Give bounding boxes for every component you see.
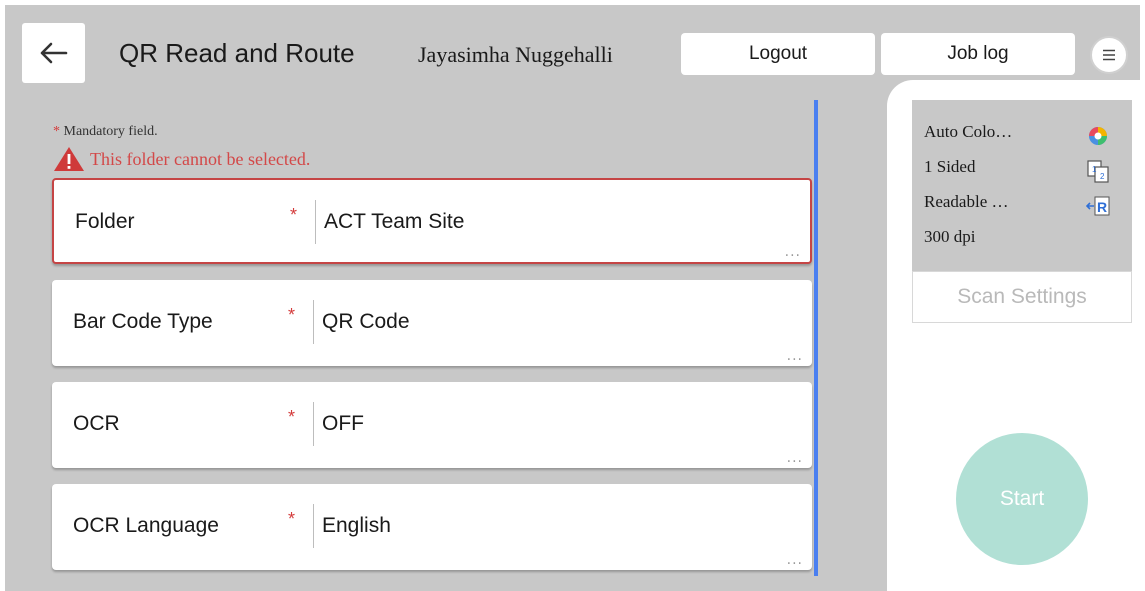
required-star: * [288, 407, 296, 427]
one-sided-icon: 1 2 [1087, 160, 1109, 183]
field-value: English [322, 514, 391, 537]
back-button[interactable] [22, 23, 85, 83]
more-options-icon: ... [786, 552, 803, 568]
app-title: QR Read and Route [119, 38, 355, 68]
scan-panel: Auto Colo… 1 Sided 1 2 Readable … R 300 … [887, 80, 1140, 591]
more-options-icon: ... [786, 348, 803, 364]
scan-settings-button[interactable]: Scan Settings [912, 271, 1132, 323]
setting-text: Readable … [924, 192, 1009, 211]
scrollbar[interactable] [814, 100, 818, 576]
job-log-button[interactable]: Job log [881, 33, 1075, 75]
mandatory-note-text: Mandatory field. [63, 124, 158, 139]
mandatory-star: * [53, 124, 60, 139]
field-label: OCR Language [73, 514, 219, 537]
mandatory-note: * Mandatory field. [53, 124, 158, 140]
start-button[interactable]: Start [956, 433, 1088, 565]
setting-text: 1 Sided [924, 157, 976, 176]
scan-settings-summary: Auto Colo… 1 Sided 1 2 Readable … R 300 … [912, 100, 1132, 271]
logout-button[interactable]: Logout [681, 33, 875, 75]
setting-text: Auto Colo… [924, 122, 1013, 141]
field-label: Bar Code Type [73, 310, 213, 333]
field-label: OCR [73, 412, 120, 435]
orientation-setting: Readable … R [924, 192, 1124, 216]
field-value: QR Code [322, 310, 410, 333]
ocr-language-field[interactable]: OCR Language * English ... [52, 484, 812, 570]
resolution-setting: 300 dpi [924, 227, 1124, 251]
setting-text: 300 dpi [924, 227, 976, 246]
field-value: ACT Team Site [324, 210, 465, 233]
folder-field[interactable]: Folder * ACT Team Site ... [52, 178, 812, 264]
more-options-icon: ... [786, 450, 803, 466]
app-window: QR Read and Route Jayasimha Nuggehalli L… [5, 5, 1140, 591]
field-divider [313, 402, 314, 446]
field-divider [313, 300, 314, 344]
warning-icon [54, 147, 84, 171]
ocr-field[interactable]: OCR * OFF ... [52, 382, 812, 468]
more-options-icon: ... [784, 244, 801, 260]
field-divider [313, 504, 314, 548]
field-divider [315, 200, 316, 244]
bar-code-type-field[interactable]: Bar Code Type * QR Code ... [52, 280, 812, 366]
required-star: * [288, 305, 296, 325]
menu-button[interactable] [1090, 36, 1128, 74]
field-value: OFF [322, 412, 364, 435]
hamburger-menu-icon [1103, 49, 1115, 61]
error-message: This folder cannot be selected. [53, 146, 310, 172]
svg-text:2: 2 [1100, 172, 1105, 181]
field-label: Folder [75, 210, 135, 233]
readable-orientation-icon: R [1086, 196, 1110, 216]
auto-color-icon [1089, 127, 1107, 145]
color-mode-setting: Auto Colo… [924, 122, 1124, 146]
user-name: Jayasimha Nuggehalli [418, 42, 613, 67]
required-star: * [288, 509, 296, 529]
required-star: * [290, 205, 298, 225]
sides-setting: 1 Sided 1 2 [924, 157, 1124, 183]
svg-text:R: R [1097, 199, 1107, 215]
back-arrow-icon [40, 42, 67, 64]
svg-text:1: 1 [1092, 165, 1097, 174]
error-message-text: This folder cannot be selected. [90, 148, 311, 169]
